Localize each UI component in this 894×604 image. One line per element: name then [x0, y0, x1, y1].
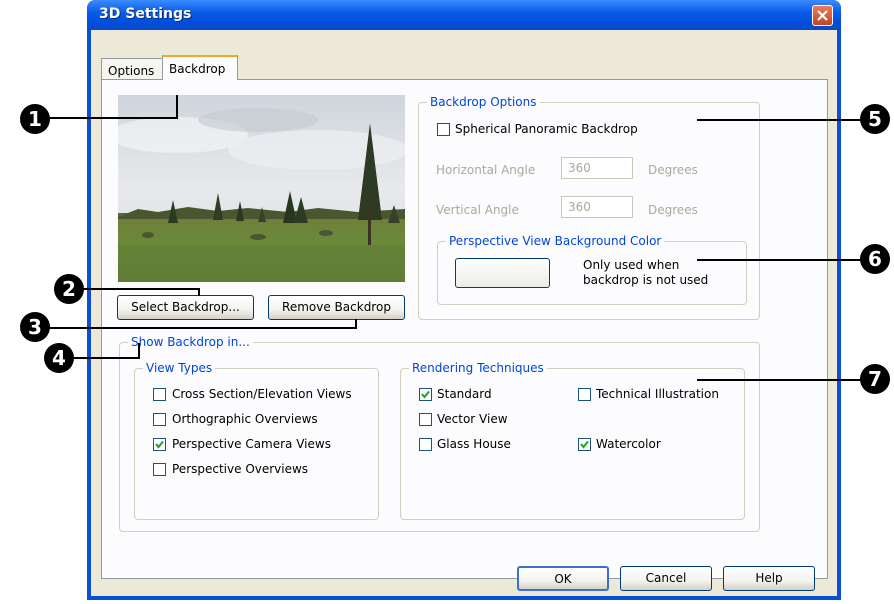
spherical-backdrop-label: Spherical Panoramic Backdrop [455, 122, 638, 136]
remove-backdrop-button[interactable]: Remove Backdrop [268, 295, 405, 320]
callout-2-line [70, 288, 200, 290]
horizontal-angle-label: Horizontal Angle [436, 163, 536, 177]
callout-3-line [36, 327, 357, 329]
glass-house-checkbox[interactable] [419, 438, 432, 451]
view-types-legend: View Types [143, 361, 216, 375]
backdrop-options-legend: Backdrop Options [427, 95, 540, 109]
perspective-color-legend: Perspective View Background Color [446, 234, 665, 248]
checkmark-icon [421, 390, 430, 399]
ok-button[interactable]: OK [517, 566, 609, 591]
callout-3-line-vertical [355, 319, 357, 329]
select-backdrop-button[interactable]: Select Backdrop... [117, 295, 254, 320]
callout-1: 1 [20, 104, 50, 134]
checkmark-icon [580, 440, 589, 449]
callout-4-line-vertical [138, 343, 140, 359]
cancel-button[interactable]: Cancel [620, 566, 712, 591]
help-button[interactable]: Help [723, 566, 815, 591]
horizontal-angle-input[interactable]: 360 [561, 157, 633, 179]
watercolor-checkbox[interactable] [578, 438, 591, 451]
color-note-line1: Only used when [583, 258, 680, 272]
orthographic-overviews-checkbox[interactable] [153, 413, 166, 426]
title-bar[interactable]: 3D Settings [87, 0, 841, 30]
callout-5-line [697, 119, 867, 121]
callout-1-line-vertical [176, 95, 178, 119]
callout-1-line [36, 117, 176, 119]
standard-checkbox[interactable] [419, 388, 432, 401]
rendering-techniques-legend: Rendering Techniques [409, 361, 547, 375]
spherical-backdrop-checkbox[interactable] [437, 123, 450, 136]
vector-view-checkbox[interactable] [419, 413, 432, 426]
glass-house-label: Glass House [437, 437, 511, 451]
close-button[interactable] [812, 5, 833, 26]
checkmark-icon [155, 440, 164, 449]
select-backdrop-label: Select Backdrop... [131, 300, 240, 314]
callout-6: 6 [860, 244, 890, 274]
perspective-overviews-label: Perspective Overviews [172, 462, 309, 476]
orthographic-overviews-label: Orthographic Overviews [172, 412, 318, 426]
horizontal-angle-value: 360 [568, 161, 591, 175]
callout-2-line-vertical [198, 288, 200, 296]
vector-view-label: Vector View [437, 412, 508, 426]
perspective-camera-label: Perspective Camera Views [172, 437, 331, 451]
callout-6-line [697, 259, 867, 261]
horizontal-angle-unit: Degrees [648, 163, 698, 177]
vertical-angle-label: Vertical Angle [436, 203, 519, 217]
standard-label: Standard [437, 387, 492, 401]
vertical-angle-unit: Degrees [648, 203, 698, 217]
technical-illustration-checkbox[interactable] [578, 388, 591, 401]
tab-backdrop[interactable]: Backdrop [162, 55, 238, 80]
callout-4: 4 [44, 343, 74, 373]
background-color-button[interactable] [455, 258, 550, 288]
backdrop-preview-image [118, 95, 405, 282]
tab-options[interactable]: Options [101, 58, 163, 80]
callout-7: 7 [860, 364, 890, 394]
remove-backdrop-label: Remove Backdrop [282, 300, 391, 314]
perspective-overviews-checkbox[interactable] [153, 463, 166, 476]
technical-illustration-label: Technical Illustration [596, 387, 719, 401]
show-backdrop-legend: Show Backdrop in... [128, 335, 253, 349]
ok-label: OK [554, 572, 572, 586]
callout-5: 5 [860, 104, 890, 134]
tab-backdrop-label: Backdrop [169, 62, 226, 76]
color-note-line2: backdrop is not used [583, 273, 709, 287]
callout-7-line [697, 379, 867, 381]
cancel-label: Cancel [645, 571, 687, 585]
callout-3: 3 [20, 312, 50, 342]
vertical-angle-input[interactable]: 360 [561, 196, 633, 218]
window-title: 3D Settings [99, 6, 192, 22]
vertical-angle-value: 360 [568, 200, 591, 214]
callout-2: 2 [54, 274, 84, 304]
perspective-camera-checkbox[interactable] [153, 438, 166, 451]
cross-section-checkbox[interactable] [153, 388, 166, 401]
cross-section-label: Cross Section/Elevation Views [172, 387, 352, 401]
tab-options-label: Options [108, 64, 155, 78]
watercolor-label: Watercolor [596, 437, 661, 451]
close-icon [817, 10, 828, 21]
help-label: Help [755, 571, 783, 585]
